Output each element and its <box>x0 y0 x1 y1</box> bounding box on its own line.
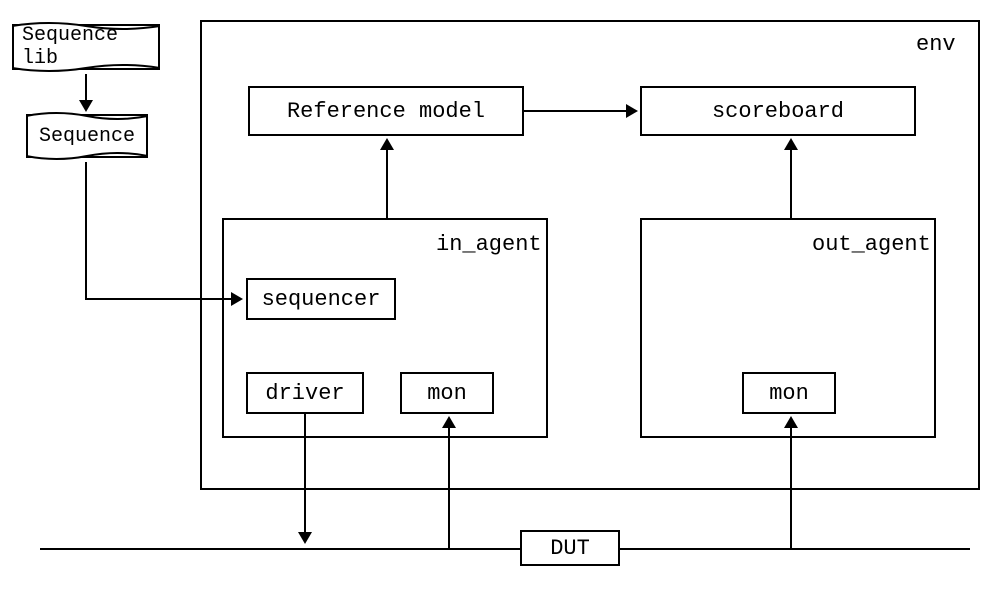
sequence-lib-box: Sequence lib <box>12 24 160 70</box>
sequencer-label: sequencer <box>262 287 381 312</box>
arrow-seq-down <box>85 162 87 298</box>
scoreboard-label: scoreboard <box>712 99 844 124</box>
arrowhead-inagent-to-refmodel <box>380 138 394 150</box>
arrowhead-seq-to-sequencer <box>231 292 243 306</box>
mon-in-box: mon <box>400 372 494 414</box>
reference-model-label: Reference model <box>287 99 485 124</box>
arrow-driver-to-dut <box>304 414 306 534</box>
arrow-outagent-to-scoreboard <box>790 148 792 218</box>
arrow-dut-to-mon-out <box>790 426 792 548</box>
in-agent-label: in_agent <box>436 232 542 257</box>
arrowhead-refmodel-to-scoreboard <box>626 104 638 118</box>
sequencer-box: sequencer <box>246 278 396 320</box>
mon-out-label: mon <box>769 381 809 406</box>
arrowhead-driver-to-dut <box>298 532 312 544</box>
arrowhead-outagent-to-scoreboard <box>784 138 798 150</box>
arrow-inagent-to-refmodel <box>386 148 388 218</box>
sequence-label: Sequence <box>39 125 135 148</box>
arrowhead-dut-to-mon-in <box>442 416 456 428</box>
out-agent-label: out_agent <box>812 232 931 257</box>
driver-label: driver <box>265 381 344 406</box>
dut-line-right <box>620 548 970 550</box>
scoreboard-box: scoreboard <box>640 86 916 136</box>
env-label: env <box>916 32 956 57</box>
arrow-refmodel-to-scoreboard <box>524 110 628 112</box>
arrowhead-dut-to-mon-out <box>784 416 798 428</box>
arrow-seq-right <box>85 298 233 300</box>
sequence-box: Sequence <box>26 114 148 158</box>
reference-model-box: Reference model <box>248 86 524 136</box>
driver-box: driver <box>246 372 364 414</box>
dut-line-left <box>40 548 520 550</box>
arrowhead-seqlib-to-seq <box>79 100 93 112</box>
dut-box: DUT <box>520 530 620 566</box>
mon-in-label: mon <box>427 381 467 406</box>
arrow-dut-to-mon-in <box>448 426 450 548</box>
mon-out-box: mon <box>742 372 836 414</box>
dut-label: DUT <box>550 536 590 561</box>
